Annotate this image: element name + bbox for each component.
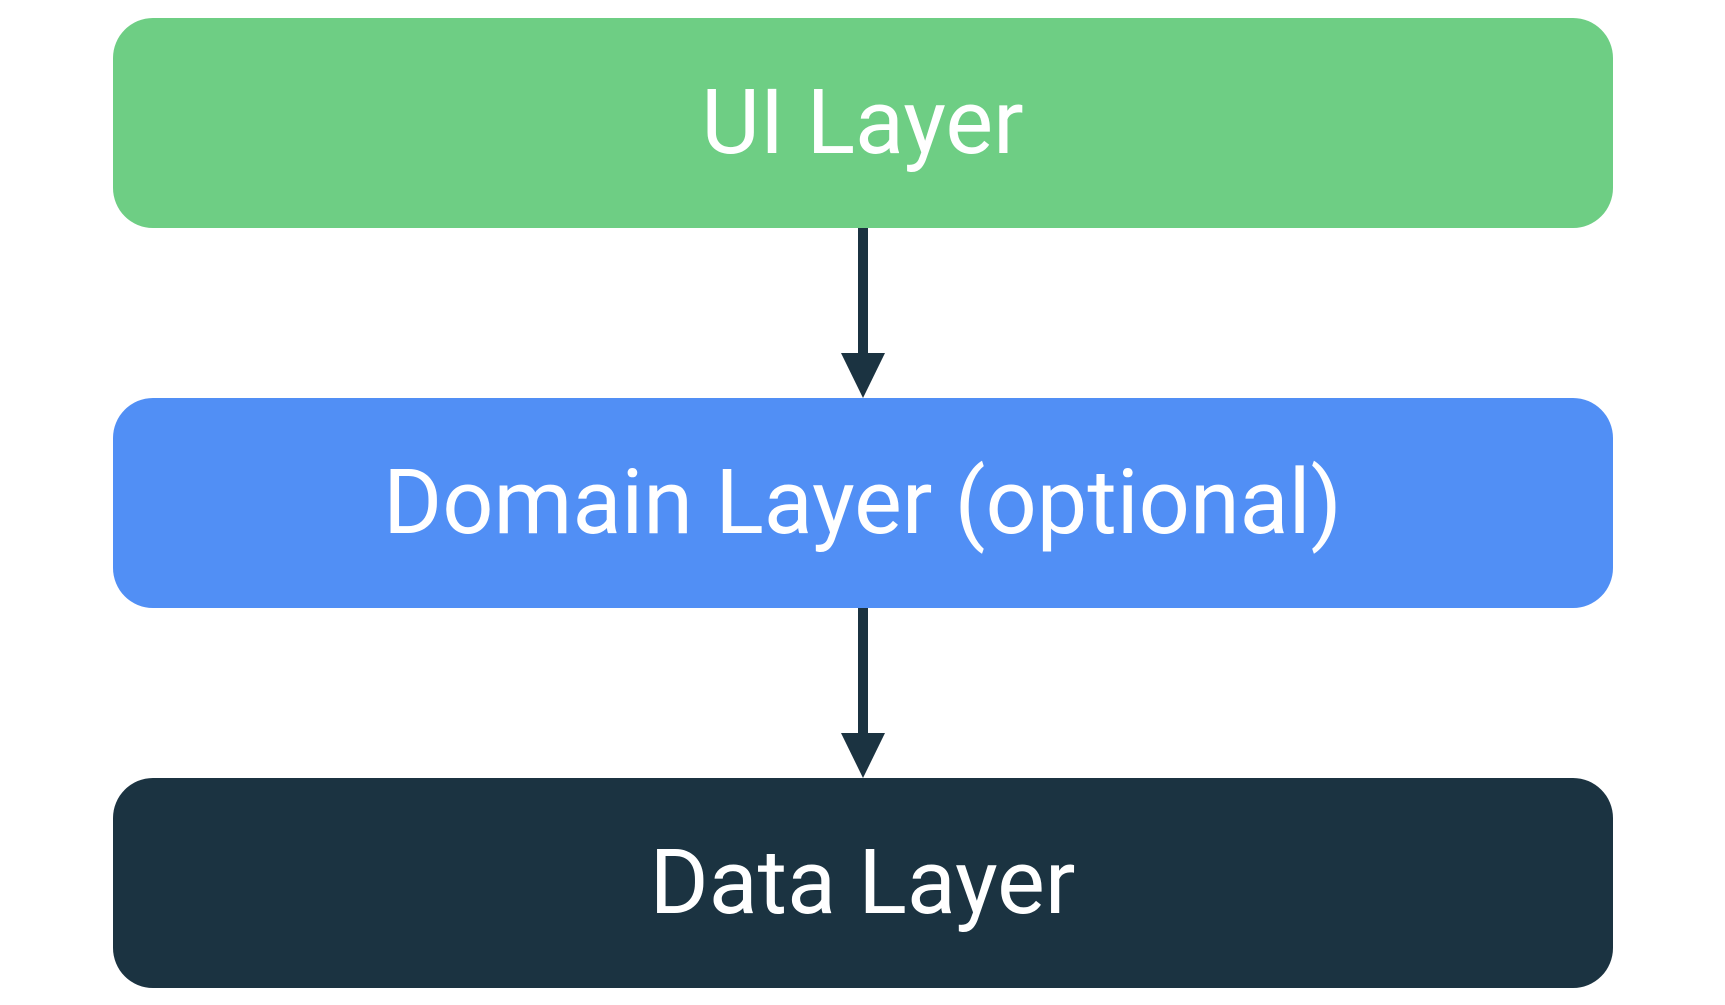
data-layer-label: Data Layer — [650, 830, 1076, 935]
arrow-down-icon — [833, 608, 893, 778]
arrow-down-icon — [833, 228, 893, 398]
ui-layer-label: UI Layer — [701, 70, 1023, 175]
architecture-diagram: UI Layer Domain Layer (optional) Data La… — [113, 18, 1613, 988]
domain-layer-label: Domain Layer (optional) — [383, 450, 1342, 555]
data-layer-box: Data Layer — [113, 778, 1613, 988]
domain-layer-box: Domain Layer (optional) — [113, 398, 1613, 608]
ui-layer-box: UI Layer — [113, 18, 1613, 228]
